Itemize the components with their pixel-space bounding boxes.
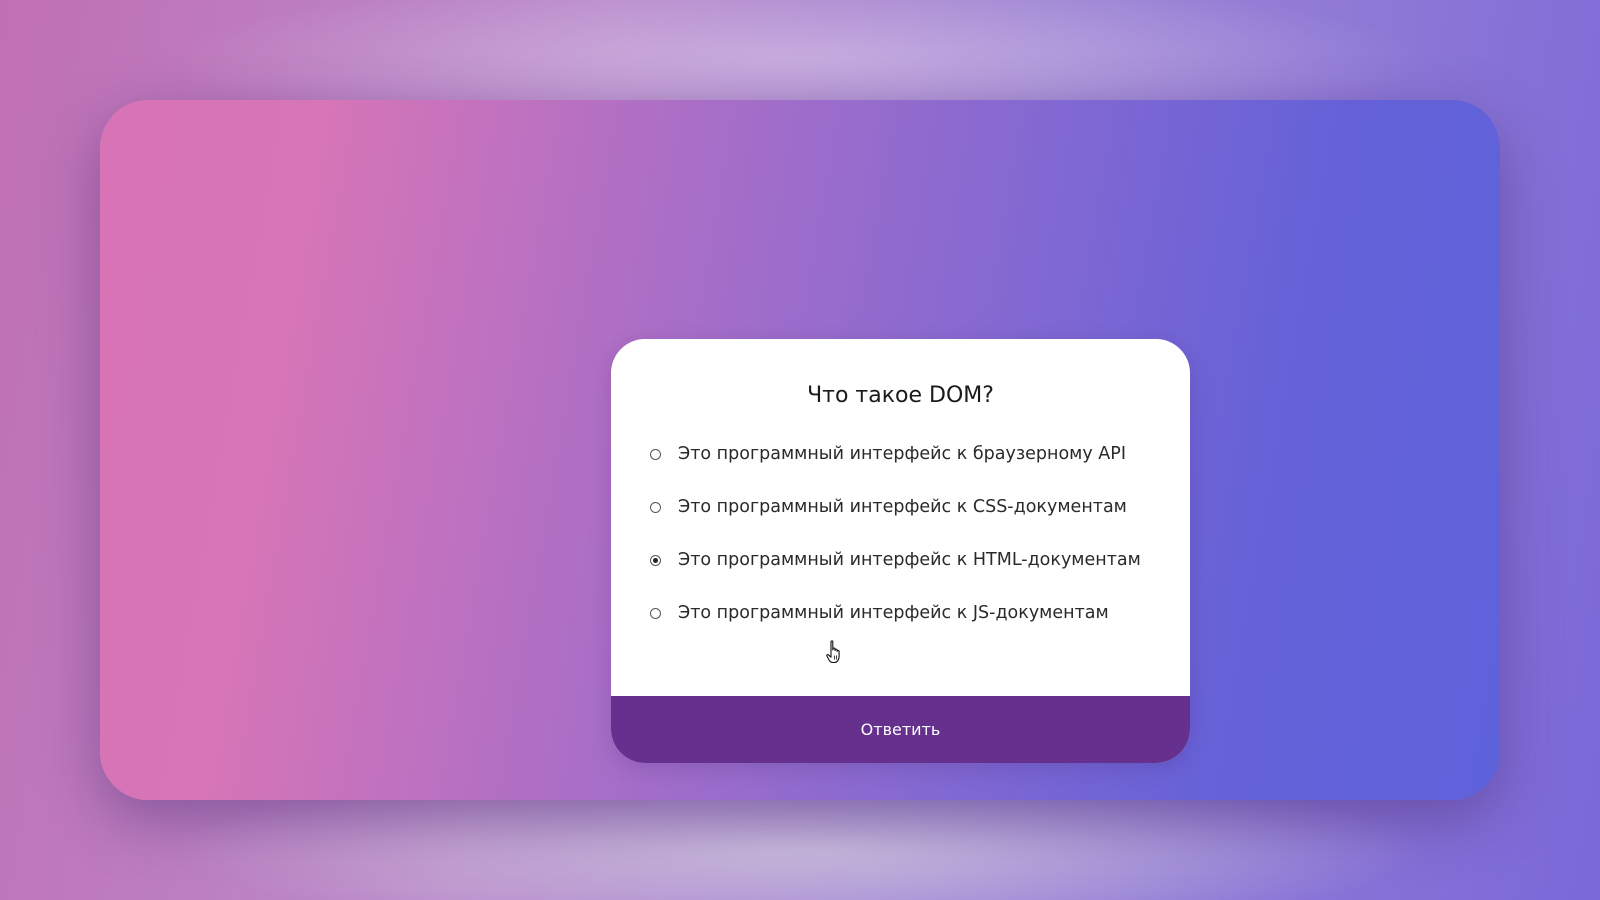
answer-option[interactable]: Это программный интерфейс к CSS-документ… bbox=[650, 496, 1160, 519]
gradient-stage: Что такое DOM? Это программный интерфейс… bbox=[100, 100, 1500, 800]
answer-list: Это программный интерфейс к браузерному … bbox=[650, 443, 1160, 625]
submit-button[interactable]: Ответить bbox=[611, 696, 1190, 763]
radio-button[interactable] bbox=[650, 608, 661, 619]
radio-button-selected[interactable] bbox=[650, 555, 661, 566]
answer-label: Это программный интерфейс к браузерному … bbox=[678, 444, 1126, 464]
answer-label: Это программный интерфейс к CSS-документ… bbox=[678, 497, 1127, 517]
answer-label: Это программный интерфейс к HTML-докумен… bbox=[678, 550, 1141, 570]
radio-button[interactable] bbox=[650, 502, 661, 513]
answer-option[interactable]: Это программный интерфейс к браузерному … bbox=[650, 443, 1160, 466]
hand-pointer-icon bbox=[826, 640, 840, 664]
answer-option[interactable]: Это программный интерфейс к HTML-докумен… bbox=[650, 549, 1160, 572]
answer-label: Это программный интерфейс к JS-документа… bbox=[678, 603, 1109, 623]
quiz-card: Что такое DOM? Это программный интерфейс… bbox=[611, 339, 1190, 763]
radio-button[interactable] bbox=[650, 449, 661, 460]
question-title: Что такое DOM? bbox=[807, 383, 994, 408]
answer-option[interactable]: Это программный интерфейс к JS-документа… bbox=[650, 602, 1160, 625]
